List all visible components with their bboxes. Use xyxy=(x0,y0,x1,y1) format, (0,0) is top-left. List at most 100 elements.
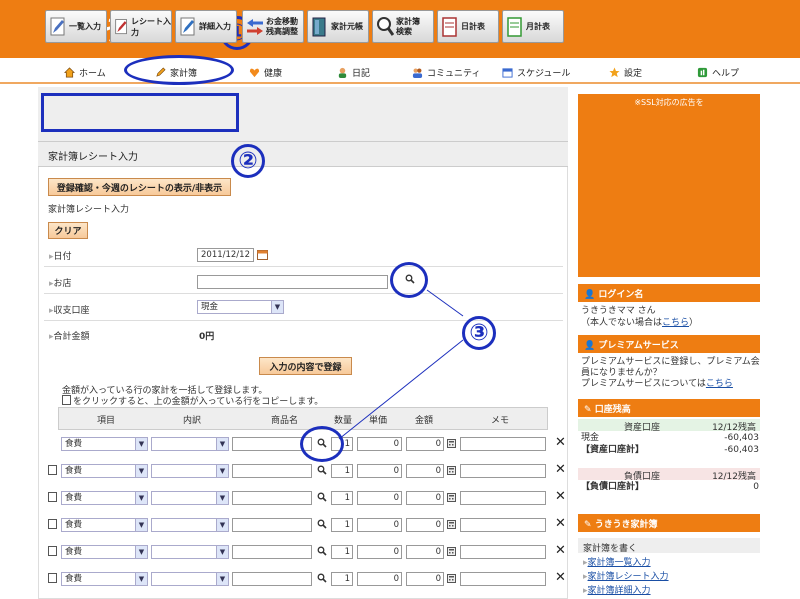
subcategory-select[interactable]: ▼ xyxy=(151,437,229,451)
pencil-memo-icon xyxy=(50,17,65,35)
close-icon[interactable]: ✕ xyxy=(555,543,566,558)
nav-settings[interactable]: 設定 xyxy=(609,66,642,79)
account-select[interactable]: 現金 ▼ xyxy=(197,300,284,314)
clear-button[interactable]: クリア xyxy=(48,222,88,239)
nav-community[interactable]: コミュニティ xyxy=(412,66,480,79)
nav-label: コミュニティ xyxy=(427,69,481,79)
submit-button[interactable]: 入力の内容で登録 xyxy=(259,357,352,375)
calculator-icon[interactable] xyxy=(447,493,456,502)
chevron-down-icon: ▼ xyxy=(135,465,147,477)
category-select[interactable]: 食費 ▼ xyxy=(61,464,148,478)
amount-field[interactable]: 0 xyxy=(406,518,444,532)
list-input-button[interactable]: 一覧入力 xyxy=(45,10,107,43)
amount-field[interactable]: 0 xyxy=(406,491,444,505)
sidebar-link-list[interactable]: ▸家計簿一覧入力 xyxy=(583,557,651,569)
nav-diary[interactable]: 日記 xyxy=(337,66,370,79)
qty-field[interactable]: 1 xyxy=(331,464,353,478)
money-transfer-button[interactable]: お金移動 残高調整 xyxy=(242,10,304,43)
amount-field[interactable]: 0 xyxy=(406,464,444,478)
premium-link[interactable]: こちら xyxy=(706,379,733,389)
subcategory-select[interactable]: ▼ xyxy=(151,572,229,586)
close-icon[interactable]: ✕ xyxy=(555,489,566,504)
qty-field[interactable]: 1 xyxy=(331,491,353,505)
memo-field[interactable] xyxy=(460,572,546,586)
annotation-3: ③ xyxy=(462,316,496,350)
category-select[interactable]: 食費 ▼ xyxy=(61,572,148,586)
product-field[interactable] xyxy=(232,545,312,559)
copy-icon xyxy=(62,395,71,405)
memo-field[interactable] xyxy=(460,437,546,451)
detail-input-button[interactable]: 詳細入力 xyxy=(175,10,237,43)
amount-field[interactable]: 0 xyxy=(406,545,444,559)
copy-icon[interactable] xyxy=(48,573,57,583)
category-select[interactable]: 食費 ▼ xyxy=(61,545,148,559)
category-select[interactable]: 食費 ▼ xyxy=(61,491,148,505)
memo-field[interactable] xyxy=(460,518,546,532)
qty-field[interactable]: 1 xyxy=(331,545,353,559)
price-field[interactable]: 0 xyxy=(357,518,402,532)
amount-field[interactable]: 0 xyxy=(406,437,444,451)
search-icon[interactable] xyxy=(317,573,327,583)
product-field[interactable] xyxy=(232,572,312,586)
toggle-receipts-button[interactable]: 登録確認・今週のレシートの表示/非表示 xyxy=(48,178,231,196)
subcategory-select[interactable]: ▼ xyxy=(151,491,229,505)
subcategory-select[interactable]: ▼ xyxy=(151,464,229,478)
price-field[interactable]: 0 xyxy=(357,464,402,478)
nav-health[interactable]: 健康 xyxy=(249,66,282,79)
date-field[interactable]: 2011/12/12 xyxy=(197,248,254,262)
copy-icon[interactable] xyxy=(48,546,57,556)
debt-row: 負債口座 12/12残高 xyxy=(578,468,760,482)
memo-field[interactable] xyxy=(460,545,546,559)
daily-report-button[interactable]: 日計表 xyxy=(437,10,499,43)
copy-icon[interactable] xyxy=(48,492,57,502)
subcategory-select[interactable]: ▼ xyxy=(151,545,229,559)
calculator-icon[interactable] xyxy=(447,466,456,475)
sidebar-link-receipt[interactable]: ▸家計簿レシート入力 xyxy=(583,571,669,583)
subcategory-select[interactable]: ▼ xyxy=(151,518,229,532)
close-icon[interactable]: ✕ xyxy=(555,435,566,450)
calculator-icon[interactable] xyxy=(447,547,456,556)
copy-icon[interactable] xyxy=(48,519,57,529)
ad-banner[interactable]: ※SSL対応の広告を xyxy=(578,94,760,277)
receipt-input-button[interactable]: レシート入力 xyxy=(110,10,172,43)
price-field[interactable]: 0 xyxy=(357,437,402,451)
nav-schedule[interactable]: スケジュール xyxy=(502,66,570,79)
amount-field[interactable]: 0 xyxy=(406,572,444,586)
memo-field[interactable] xyxy=(460,464,546,478)
calculator-icon[interactable] xyxy=(447,520,456,529)
shop-field[interactable] xyxy=(197,275,388,289)
price-field[interactable]: 0 xyxy=(357,545,402,559)
close-icon[interactable]: ✕ xyxy=(555,516,566,531)
qty-field[interactable]: 1 xyxy=(331,572,353,586)
monthly-report-button[interactable]: 月計表 xyxy=(502,10,564,43)
product-field[interactable] xyxy=(232,491,312,505)
category-select[interactable]: 食費 ▼ xyxy=(61,518,148,532)
close-icon[interactable]: ✕ xyxy=(555,570,566,585)
price-field[interactable]: 0 xyxy=(357,572,402,586)
search-button[interactable]: 家計簿 検索 xyxy=(372,10,434,43)
divider xyxy=(44,266,563,267)
search-icon[interactable] xyxy=(317,465,327,475)
nav-home[interactable]: ホーム xyxy=(64,66,106,79)
close-icon[interactable]: ✕ xyxy=(555,462,566,477)
price-field[interactable]: 0 xyxy=(357,491,402,505)
nav-help[interactable]: ヘルプ xyxy=(697,66,739,79)
calculator-icon[interactable] xyxy=(447,574,456,583)
product-field[interactable] xyxy=(232,464,312,478)
search-icon[interactable] xyxy=(317,519,327,529)
calculator-icon[interactable] xyxy=(447,439,456,448)
asset-row: 資産口座 12/12残高 xyxy=(578,419,760,433)
ledger-button[interactable]: 家計元帳 xyxy=(307,10,369,43)
sidebar-link-detail[interactable]: ▸家計簿詳細入力 xyxy=(583,585,651,597)
book-icon xyxy=(312,17,326,36)
qty-field[interactable]: 1 xyxy=(331,518,353,532)
search-icon[interactable] xyxy=(317,546,327,556)
calendar-icon[interactable] xyxy=(257,249,268,260)
search-icon[interactable] xyxy=(317,492,327,502)
login-link[interactable]: こちら xyxy=(662,318,689,328)
product-field[interactable] xyxy=(232,518,312,532)
home-icon xyxy=(64,67,75,78)
copy-icon[interactable] xyxy=(48,465,57,475)
memo-field[interactable] xyxy=(460,491,546,505)
category-select[interactable]: 食費 ▼ xyxy=(61,437,148,451)
